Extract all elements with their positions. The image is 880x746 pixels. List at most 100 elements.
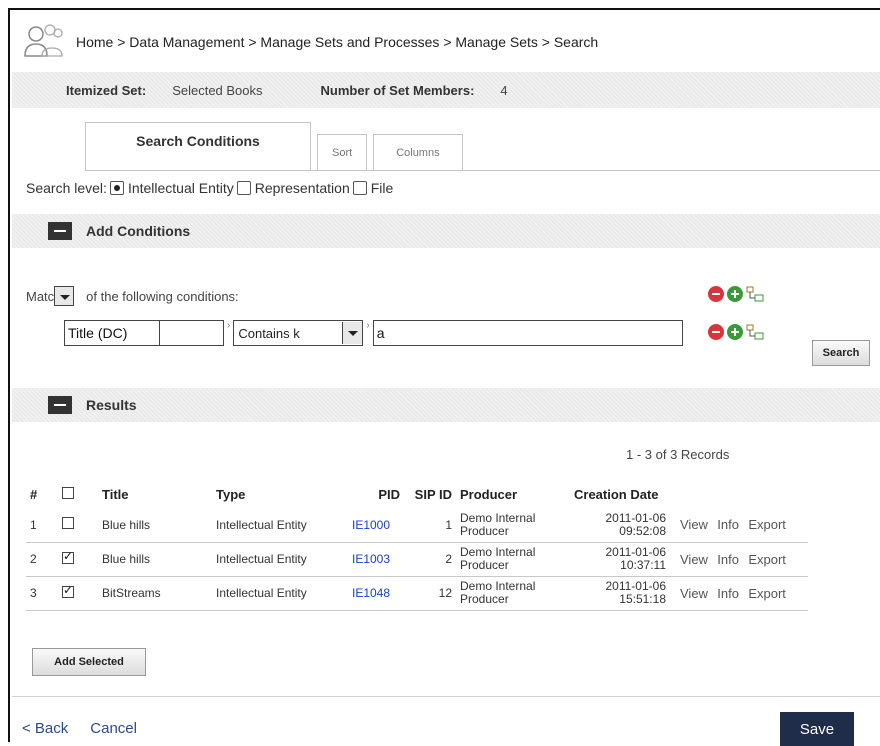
- chevron-down-icon[interactable]: [342, 322, 363, 344]
- results-bar: Results: [12, 388, 880, 422]
- match-row: Matc of the following conditions:: [26, 286, 239, 306]
- view-link[interactable]: View: [680, 552, 708, 567]
- view-link[interactable]: View: [680, 586, 708, 601]
- info-link[interactable]: Info: [717, 517, 739, 532]
- users-logo-icon: [24, 24, 63, 57]
- breadcrumb: Home > Data Management > Manage Sets and…: [76, 34, 599, 50]
- header-creation-date: Creation Date: [574, 486, 659, 502]
- header-num: #: [30, 486, 38, 502]
- footer-links: < Back Cancel: [22, 720, 159, 737]
- table-row: 2 Blue hills Intellectual Entity IE1003 …: [26, 542, 808, 577]
- page-frame: Home > Data Management > Manage Sets and…: [8, 8, 880, 746]
- separator-arrow: ›: [227, 320, 231, 331]
- row-actions: View Info Export: [670, 576, 808, 611]
- export-link[interactable]: Export: [748, 586, 786, 601]
- add-condition-icon[interactable]: [727, 324, 743, 340]
- condition-actions: [708, 324, 767, 340]
- match-prefix: Matc: [26, 288, 55, 304]
- header-type: Type: [216, 486, 246, 502]
- condition-field-input[interactable]: Title (DC): [64, 320, 160, 346]
- tab-sort[interactable]: Sort: [317, 134, 368, 170]
- row-sip-id: 1: [404, 508, 456, 543]
- header-select-all: [58, 480, 98, 508]
- row-select: [58, 542, 98, 577]
- match-type-dropdown[interactable]: [54, 286, 75, 306]
- search-level: Search level: Intellectual Entity Repres…: [26, 180, 393, 196]
- group-actions: [708, 286, 767, 302]
- radio-file[interactable]: [352, 181, 367, 195]
- add-subgroup-icon[interactable]: [746, 286, 764, 302]
- select-all-checkbox[interactable]: [62, 486, 74, 499]
- row-num: 2: [26, 542, 58, 577]
- collapse-add-conditions-icon[interactable]: [48, 222, 72, 240]
- view-link[interactable]: View: [680, 517, 708, 532]
- radio-representation[interactable]: [236, 181, 251, 195]
- row-producer: Demo Internal Producer: [456, 542, 570, 577]
- row-checkbox[interactable]: [62, 583, 74, 598]
- separator-arrow: ›: [366, 320, 370, 331]
- remove-condition-icon[interactable]: [708, 324, 724, 340]
- set-members-label: Number of Set Members:: [320, 82, 475, 98]
- export-link[interactable]: Export: [748, 552, 786, 567]
- header-actions: [670, 480, 808, 508]
- table-row: 3 BitStreams Intellectual Entity IE1048 …: [26, 576, 808, 611]
- radio-label-file: File: [370, 180, 394, 196]
- condition-value-input[interactable]: a: [372, 320, 683, 346]
- cancel-link[interactable]: Cancel: [90, 720, 137, 737]
- header-producer: Producer: [460, 486, 518, 502]
- row-num: 3: [26, 576, 58, 611]
- header-pid: PID: [378, 486, 400, 502]
- footer-divider: [12, 696, 880, 697]
- tab-divider: [85, 170, 880, 171]
- table-header-row: # Title Type PID SIP ID Producer Creatio…: [26, 480, 808, 508]
- row-title: Blue hills: [98, 542, 212, 577]
- condition-field-extra[interactable]: [160, 320, 224, 346]
- search-level-label: Search level:: [26, 180, 107, 196]
- row-sip-id: 2: [404, 542, 456, 577]
- add-conditions-title: Add Conditions: [86, 223, 191, 239]
- row-pid-link[interactable]: IE1000: [348, 508, 404, 543]
- add-conditions-bar: Add Conditions: [12, 214, 880, 248]
- results-table: # Title Type PID SIP ID Producer Creatio…: [26, 480, 808, 611]
- add-subgroup-icon[interactable]: [746, 324, 764, 340]
- tab-search-conditions[interactable]: Search Conditions: [85, 122, 311, 170]
- row-num: 1: [26, 508, 58, 543]
- tab-columns[interactable]: Columns: [373, 134, 463, 170]
- row-actions: View Info Export: [670, 508, 808, 543]
- results-title: Results: [86, 397, 137, 413]
- row-creation-date: 2011-01-06 10:37:11: [570, 542, 670, 577]
- table-row: 1 Blue hills Intellectual Entity IE1000 …: [26, 508, 808, 543]
- collapse-results-icon[interactable]: [48, 396, 72, 414]
- radio-intellectual-entity[interactable]: [109, 181, 124, 195]
- tab-bar: Search Conditions Sort Columns: [85, 122, 469, 170]
- row-title: Blue hills: [98, 508, 212, 543]
- condition-operator-select[interactable]: Contains k: [233, 320, 364, 346]
- itemized-set-value: Selected Books: [172, 82, 263, 98]
- row-creation-date: 2011-01-06 09:52:08: [570, 508, 670, 543]
- set-info-bar: Itemized Set: Selected Books Number of S…: [12, 72, 880, 108]
- row-pid-link[interactable]: IE1048: [348, 576, 404, 611]
- info-link[interactable]: Info: [717, 552, 739, 567]
- row-sip-id: 12: [404, 576, 456, 611]
- save-button[interactable]: Save: [780, 712, 854, 746]
- row-pid-link[interactable]: IE1003: [348, 542, 404, 577]
- row-producer: Demo Internal Producer: [456, 508, 570, 543]
- remove-group-icon[interactable]: [708, 286, 724, 302]
- add-selected-button[interactable]: Add Selected: [32, 648, 146, 676]
- header-title: Title: [102, 486, 129, 502]
- export-link[interactable]: Export: [748, 517, 786, 532]
- header-sip-id: SIP ID: [414, 486, 452, 502]
- row-title: BitStreams: [98, 576, 212, 611]
- radio-label-intellectual-entity: Intellectual Entity: [127, 180, 234, 196]
- radio-label-representation: Representation: [254, 180, 350, 196]
- row-type: Intellectual Entity: [212, 508, 348, 543]
- back-link[interactable]: < Back: [22, 720, 68, 737]
- header: Home > Data Management > Manage Sets and…: [12, 12, 880, 72]
- row-checkbox[interactable]: [62, 549, 74, 564]
- row-type: Intellectual Entity: [212, 576, 348, 611]
- add-condition-icon[interactable]: [727, 286, 743, 302]
- search-button[interactable]: Search: [812, 340, 870, 366]
- info-link[interactable]: Info: [717, 586, 739, 601]
- row-creation-date: 2011-01-06 15:51:18: [570, 576, 670, 611]
- row-checkbox[interactable]: [62, 517, 74, 530]
